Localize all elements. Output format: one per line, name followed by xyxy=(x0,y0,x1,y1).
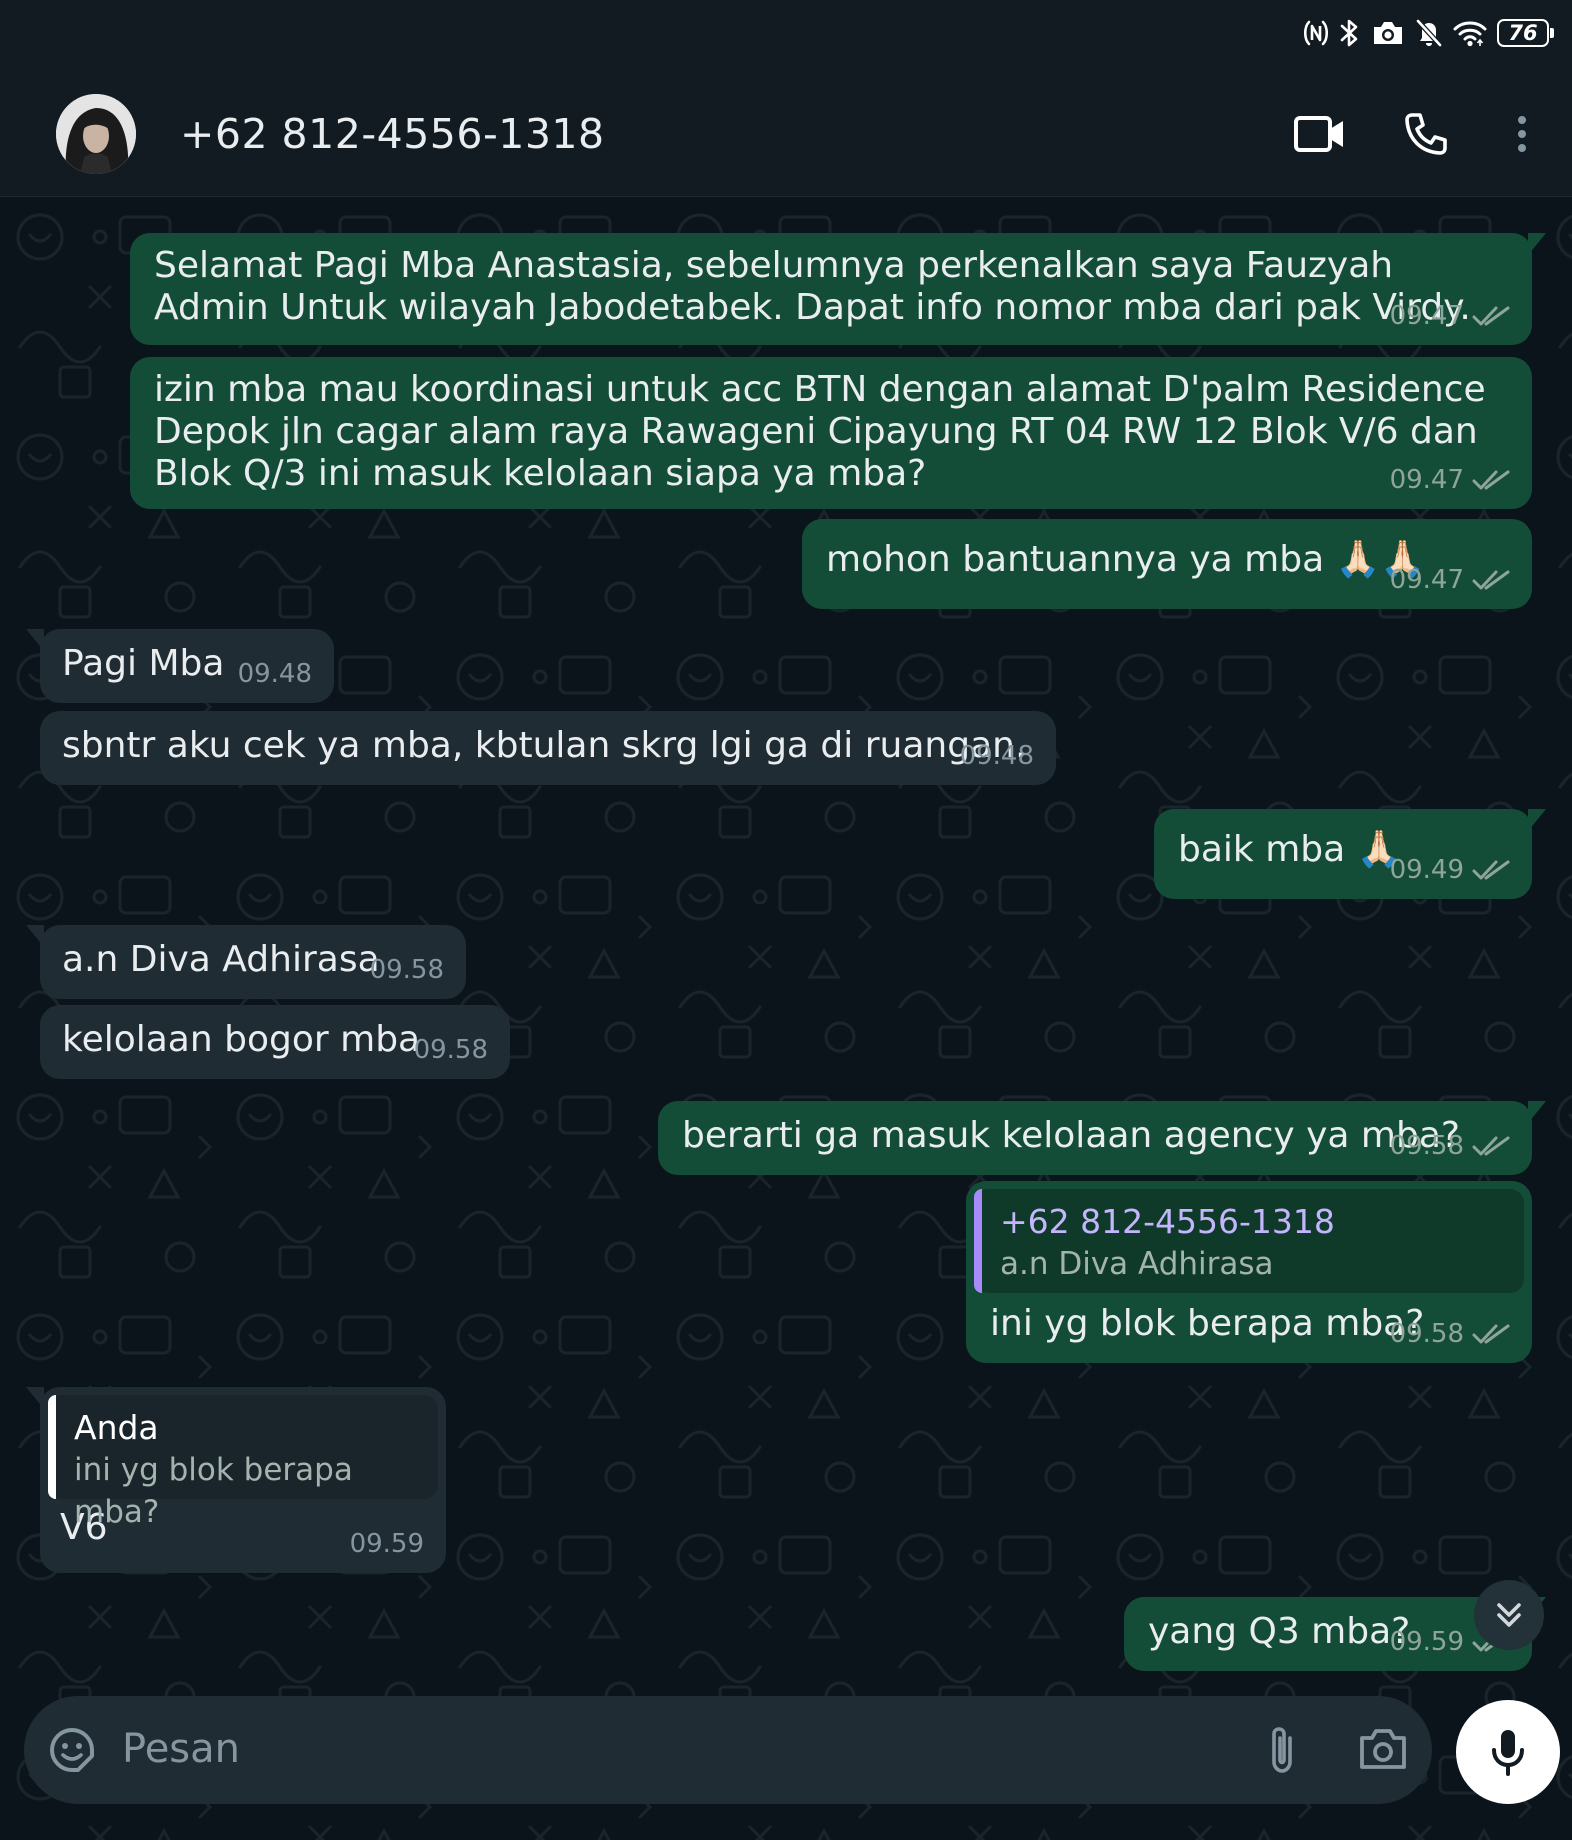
message-meta: 09.48 xyxy=(960,735,1034,777)
message-time: 09.48 xyxy=(959,741,1034,771)
voice-call-button[interactable] xyxy=(1394,102,1458,166)
message-outgoing-reply[interactable]: +62 812-4556-1318 a.n Diva Adhirasa ini … xyxy=(966,1181,1532,1363)
message-text: izin mba mau koordinasi untuk acc BTN de… xyxy=(154,369,1486,494)
message-meta: 09.47 xyxy=(1390,295,1510,337)
message-incoming[interactable]: a.n Diva Adhirasa 09.58 xyxy=(26,925,466,999)
message-composer[interactable]: Pesan xyxy=(24,1696,1432,1804)
message-text: berarti ga masuk kelolaan agency ya mba? xyxy=(682,1115,1461,1156)
nfc-icon xyxy=(1303,18,1329,48)
mute-icon xyxy=(1415,18,1443,48)
message-time: 09.47 xyxy=(1389,301,1464,331)
message-meta: 09.58 xyxy=(1390,1125,1510,1167)
phone-icon xyxy=(1405,113,1447,155)
status-bar: 76 xyxy=(0,0,1572,72)
read-ticks-icon xyxy=(1472,306,1510,326)
double-chevron-down-icon xyxy=(1497,1603,1521,1627)
message-meta: 09.58 xyxy=(370,949,444,991)
camera-icon xyxy=(1360,1729,1406,1769)
message-meta: 09.47 xyxy=(1390,459,1510,501)
message-outgoing[interactable]: berarti ga masuk kelolaan agency ya mba?… xyxy=(658,1101,1546,1175)
message-meta: 09.58 xyxy=(414,1029,488,1071)
camera-icon xyxy=(1371,19,1405,47)
message-text: sbntr aku cek ya mba, kbtulan skrg lgi g… xyxy=(62,725,1027,766)
quoted-text: ini yg blok berapa mba? xyxy=(74,1452,353,1530)
message-time: 09.58 xyxy=(1389,1131,1464,1161)
video-call-icon xyxy=(1294,116,1343,152)
read-ticks-icon xyxy=(1472,860,1510,880)
message-outgoing[interactable]: izin mba mau koordinasi untuk acc BTN de… xyxy=(130,357,1532,509)
read-ticks-icon xyxy=(1472,1136,1510,1156)
camera-button[interactable] xyxy=(1358,1726,1408,1776)
message-outgoing[interactable]: baik mba 🙏🏻 09.49 xyxy=(1154,809,1546,899)
message-time: 09.58 xyxy=(369,955,444,985)
message-incoming[interactable]: Pagi Mba 09.48 xyxy=(26,629,334,703)
message-time: 09.58 xyxy=(1389,1319,1464,1349)
emoji-icon xyxy=(50,1728,94,1772)
message-meta: 09.49 xyxy=(1390,849,1510,891)
message-time: 09.47 xyxy=(1389,465,1464,495)
message-time: 09.47 xyxy=(1389,565,1464,595)
message-time: 09.58 xyxy=(413,1035,488,1065)
message-input[interactable]: Pesan xyxy=(122,1726,240,1772)
quoted-sender: +62 812-4556-1318 xyxy=(1000,1202,1335,1241)
message-outgoing[interactable]: mohon bantuannya ya mba 🙏🏻🙏🏻 09.47 xyxy=(802,519,1532,609)
message-meta: 09.59 xyxy=(350,1523,424,1565)
wifi-icon xyxy=(1453,19,1487,47)
message-text: Selamat Pagi Mba Anastasia, sebelumnya p… xyxy=(154,245,1471,328)
message-meta: 09.48 xyxy=(238,653,312,695)
message-time: 09.59 xyxy=(1389,1627,1464,1657)
message-outgoing[interactable]: yang Q3 mba? 09.59 xyxy=(1124,1597,1546,1671)
quoted-text: a.n Diva Adhirasa xyxy=(1000,1246,1274,1282)
message-meta: 09.47 xyxy=(1390,559,1510,601)
chat-area[interactable]: Selamat Pagi Mba Anastasia, sebelumnya p… xyxy=(0,197,1572,1840)
read-ticks-icon xyxy=(1472,570,1510,590)
quoted-message[interactable]: Anda ini yg blok berapa mba? xyxy=(48,1395,438,1530)
attach-icon xyxy=(1272,1727,1292,1773)
more-options-button[interactable] xyxy=(1490,102,1554,166)
read-ticks-icon xyxy=(1472,470,1510,490)
message-incoming[interactable]: sbntr aku cek ya mba, kbtulan skrg lgi g… xyxy=(40,711,1056,785)
battery-icon: 76 xyxy=(1497,19,1554,47)
message-time: 09.48 xyxy=(237,659,312,689)
mic-icon xyxy=(1492,1730,1524,1776)
read-ticks-icon xyxy=(1472,1324,1510,1344)
emoji-button[interactable] xyxy=(48,1726,96,1778)
avatar[interactable] xyxy=(56,94,136,174)
message-outgoing[interactable]: Selamat Pagi Mba Anastasia, sebelumnya p… xyxy=(130,233,1546,345)
message-incoming[interactable]: kelolaan bogor mba 09.58 xyxy=(40,1005,510,1079)
message-time: 09.49 xyxy=(1389,855,1464,885)
video-call-button[interactable] xyxy=(1288,102,1352,166)
contact-name[interactable]: +62 812-4556-1318 xyxy=(180,110,605,158)
message-time: 09.59 xyxy=(349,1529,424,1559)
quoted-sender: Anda xyxy=(74,1408,159,1447)
status-icons: 76 xyxy=(1303,18,1554,48)
more-vert-icon xyxy=(1518,116,1526,152)
bluetooth-icon xyxy=(1339,18,1361,48)
message-incoming-reply[interactable]: Anda ini yg blok berapa mba? V6 09.59 xyxy=(26,1387,446,1573)
chat-header: +62 812-4556-1318 xyxy=(0,72,1572,197)
quoted-message[interactable]: +62 812-4556-1318 a.n Diva Adhirasa xyxy=(974,1189,1524,1293)
attach-button[interactable] xyxy=(1264,1724,1300,1780)
message-meta: 09.58 xyxy=(1390,1313,1510,1355)
voice-record-button[interactable] xyxy=(1456,1700,1560,1804)
scroll-to-bottom-button[interactable] xyxy=(1474,1580,1544,1650)
whatsapp-chat-screen: 76 +62 812-4556-1318 Selamat Pagi Mba An… xyxy=(0,0,1572,1840)
battery-level: 76 xyxy=(1497,19,1549,47)
